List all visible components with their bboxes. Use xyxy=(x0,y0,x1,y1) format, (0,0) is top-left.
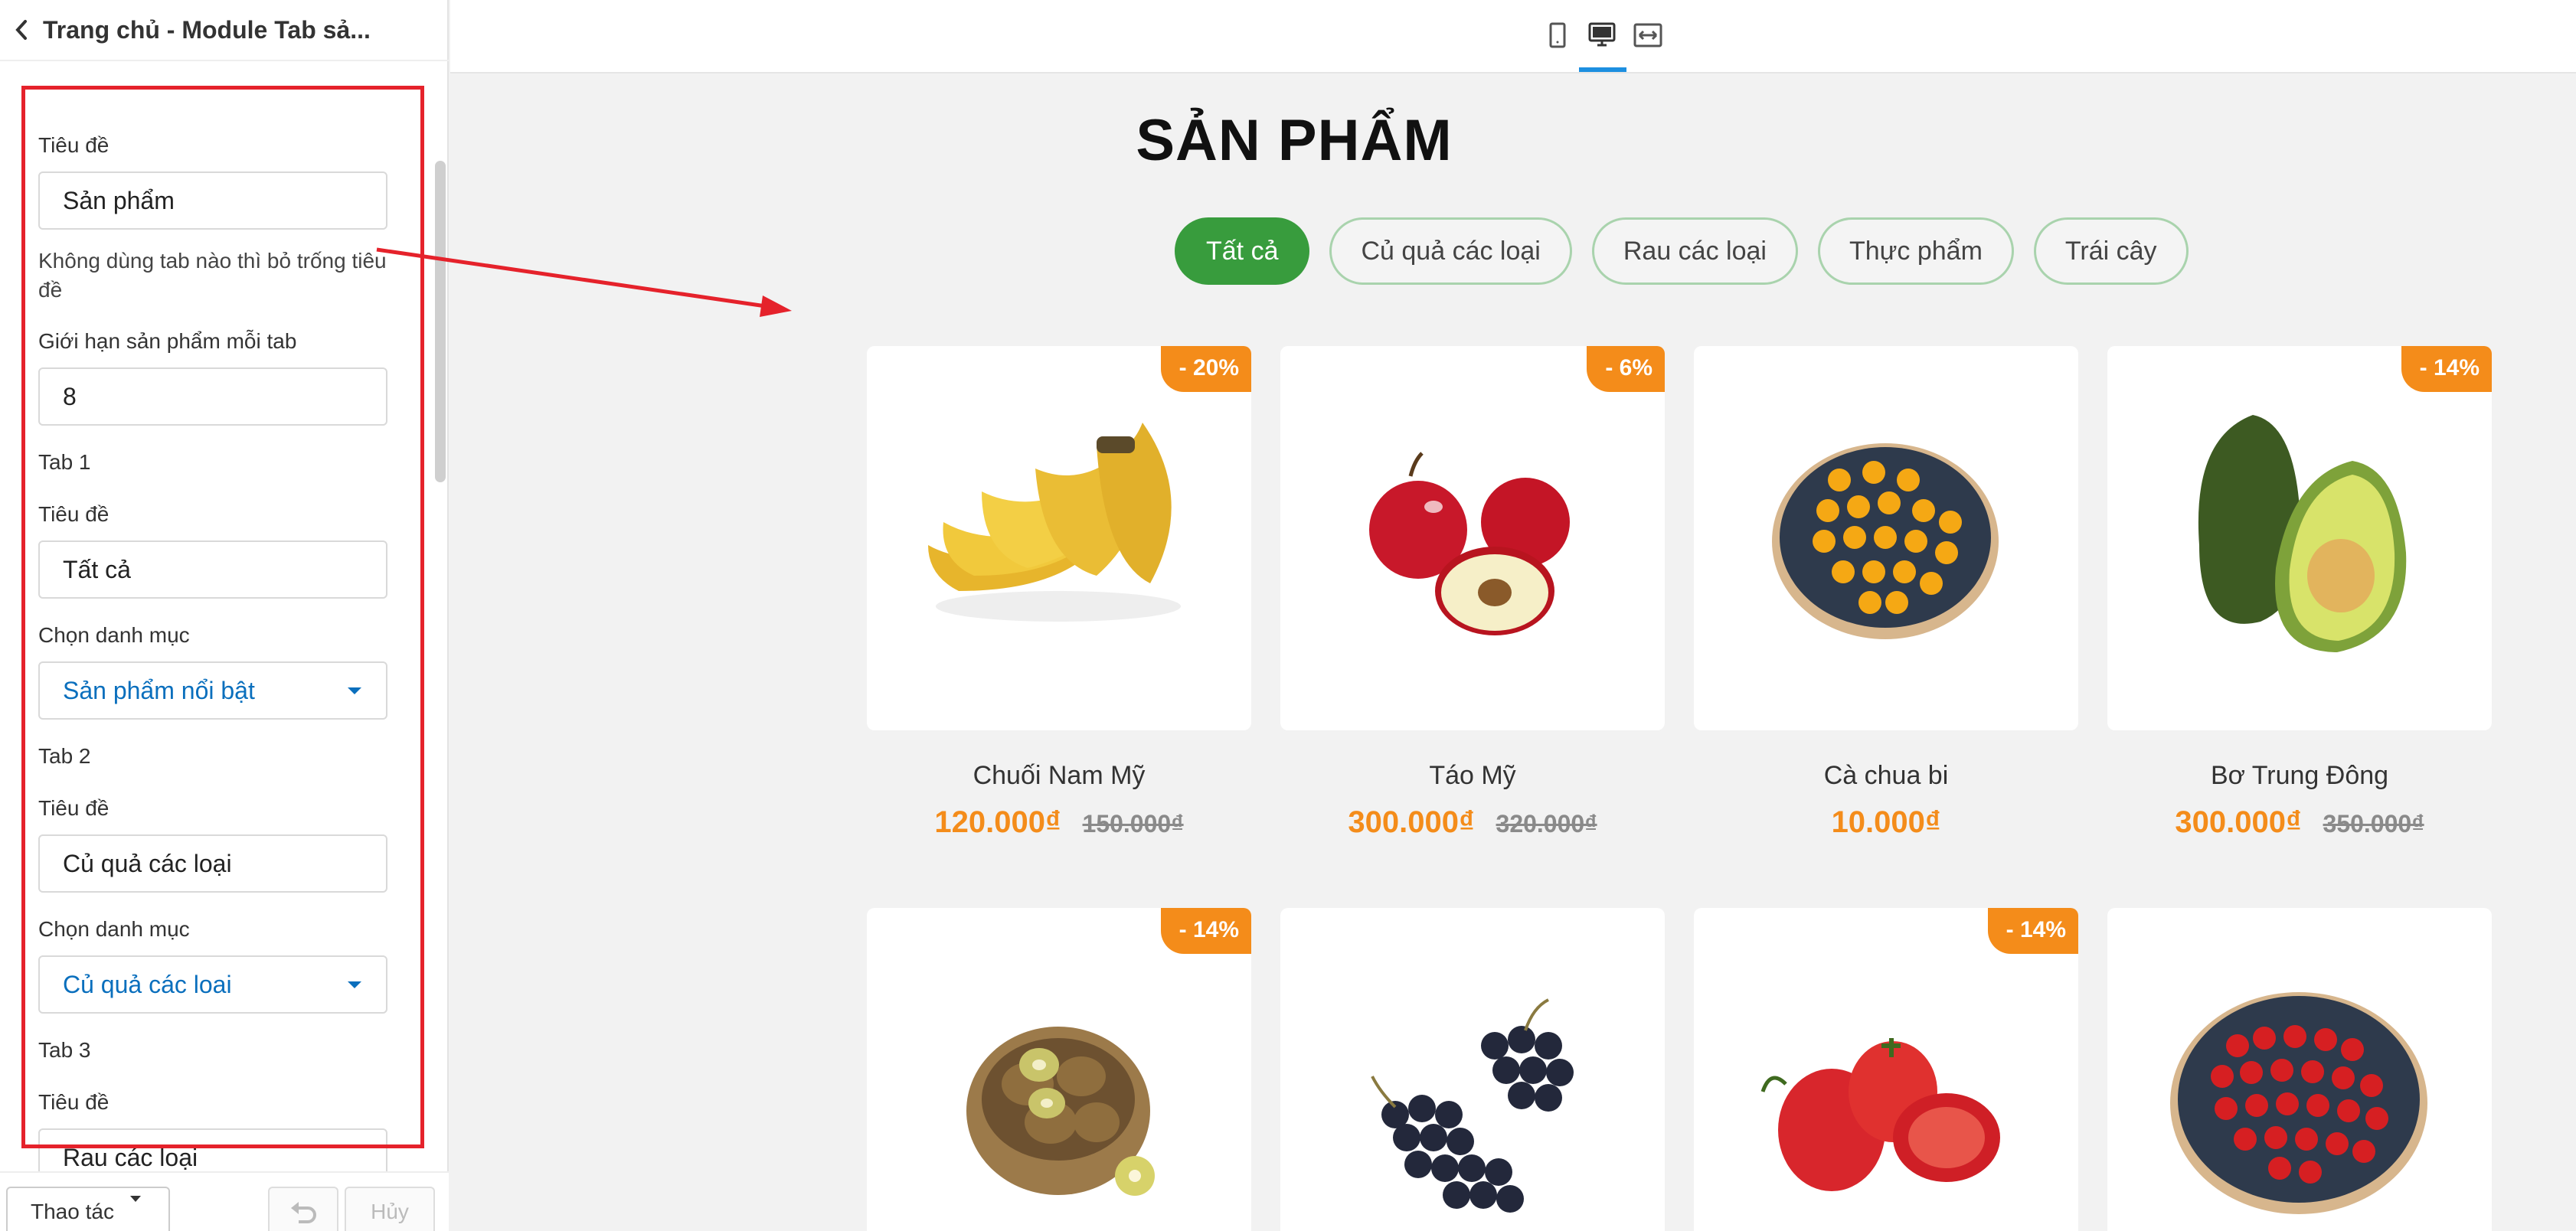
apple-image xyxy=(1369,452,1570,635)
product-limit-input[interactable]: 8 xyxy=(38,367,387,426)
product-old-price: 320.000₫ xyxy=(1496,810,1597,838)
tab2-category-select[interactable]: Củ quả các loai xyxy=(38,955,387,1014)
section-title-input[interactable]: Sản phẩm xyxy=(38,171,387,230)
undo-icon xyxy=(291,1202,316,1223)
product-name[interactable]: Cà chua bi xyxy=(1679,761,2093,791)
field-label: Tiêu đề xyxy=(38,1090,110,1114)
caret-down-icon xyxy=(348,981,361,988)
field-label: Tiêu đề xyxy=(38,133,110,157)
field-label: Chọn danh mục xyxy=(38,917,190,941)
undo-button[interactable] xyxy=(268,1187,338,1231)
tab-heading: Tab 2 xyxy=(38,744,91,768)
grapes-image xyxy=(1371,998,1574,1213)
back-button[interactable] xyxy=(0,0,43,60)
sidebar-scrollbar[interactable] xyxy=(435,161,446,482)
select-value: Sản phẩm nổi bật xyxy=(63,677,255,704)
desktop-icon[interactable] xyxy=(1584,17,1620,54)
tab-thuc-pham[interactable]: Thực phẩm xyxy=(1817,217,2014,285)
tab-heading: Tab 1 xyxy=(38,450,91,474)
field-label: Chọn danh mục xyxy=(38,623,190,647)
product-price-row: 300.000₫ 350.000₫ xyxy=(2093,805,2506,840)
tab-trai-cay[interactable]: Trái cây xyxy=(2033,217,2189,285)
tab-heading: Tab 3 xyxy=(38,1038,91,1062)
product-card[interactable]: - 14% xyxy=(1694,908,2078,1231)
product-old-price: 150.000₫ xyxy=(1082,810,1184,838)
discount-badge: - 14% xyxy=(1987,908,2078,954)
discount-badge: - 20% xyxy=(1160,346,1251,392)
red-tomatoes-image xyxy=(1760,1038,2000,1191)
actions-dropdown-button[interactable]: Thao tác xyxy=(6,1187,170,1231)
caret-down-icon xyxy=(130,1196,141,1202)
caret-down-icon xyxy=(348,687,361,694)
settings-form: Tiêu đề Sản phẩm Không dùng tab nào thì … xyxy=(38,130,387,1171)
section-title: SẢN PHẨM xyxy=(1136,108,1453,173)
product-price: 10.000₫ xyxy=(1831,805,1941,839)
select-value: Củ quả các loai xyxy=(63,971,232,998)
cherry-tomatoes-image xyxy=(2170,992,2427,1214)
product-price-row: 300.000₫ 320.000₫ xyxy=(1266,805,1679,840)
discount-badge: - 6% xyxy=(1587,346,1665,392)
product-name[interactable]: Chuối Nam Mỹ xyxy=(852,761,1266,791)
product-card[interactable]: - 20% xyxy=(867,346,1251,730)
product-price-row: 120.000₫ 150.000₫ xyxy=(852,805,1266,840)
help-note: Không dùng tab nào thì bỏ trống tiêu đề xyxy=(38,249,387,302)
tab2-title-input[interactable]: Củ quả các loại xyxy=(38,834,387,893)
yellow-tomatoes-image xyxy=(1772,443,1999,639)
product-card[interactable]: - 14% xyxy=(867,908,1251,1231)
fullwidth-icon[interactable] xyxy=(1630,17,1666,54)
actions-label: Thao tác xyxy=(31,1200,114,1223)
product-price: 300.000₫ xyxy=(1348,805,1475,839)
tab1-category-select[interactable]: Sản phẩm nổi bật xyxy=(38,661,387,720)
product-price-row: 10.000₫ xyxy=(1679,805,2093,840)
product-card[interactable]: - 14% xyxy=(2107,346,2492,730)
tab1-title-input[interactable]: Tất cả xyxy=(38,540,387,599)
product-old-price: 350.000₫ xyxy=(2323,810,2424,838)
tab-rau[interactable]: Rau các loại xyxy=(1591,217,1798,285)
cancel-button[interactable]: Hủy xyxy=(345,1187,435,1231)
sidebar-title: Trang chủ - Module Tab sả... xyxy=(43,15,371,44)
kiwi-image xyxy=(966,1027,1155,1196)
field-label: Tiêu đề xyxy=(38,796,110,820)
device-toolbar xyxy=(450,0,2576,73)
chevron-left-icon xyxy=(15,20,27,40)
sidebar-scroll-area: Tiêu đề Sản phẩm Không dùng tab nào thì … xyxy=(0,61,449,1171)
product-price: 120.000₫ xyxy=(934,805,1061,839)
settings-sidebar: Trang chủ - Module Tab sả... Tiêu đề Sản… xyxy=(0,0,449,1231)
sidebar-header: Trang chủ - Module Tab sả... xyxy=(0,0,449,61)
field-label: Giới hạn sản phẩm mỗi tab xyxy=(38,329,297,353)
product-name[interactable]: Bơ Trung Đông xyxy=(2093,761,2506,791)
avocado-image xyxy=(2198,415,2407,652)
tab3-title-input[interactable]: Rau các loại xyxy=(38,1128,387,1171)
product-card[interactable] xyxy=(2107,908,2492,1231)
sidebar-footer: Thao tác Hủy xyxy=(0,1171,449,1231)
product-name[interactable]: Táo Mỹ xyxy=(1266,761,1679,791)
product-card[interactable] xyxy=(1280,908,1665,1231)
product-tabs: Tất cả Củ quả các loại Rau các loại Thực… xyxy=(1175,217,2189,285)
product-card[interactable]: - 6% xyxy=(1280,346,1665,730)
banana-image xyxy=(928,423,1181,622)
field-label: Tiêu đề xyxy=(38,502,110,526)
active-device-indicator xyxy=(1579,67,1626,72)
mobile-icon[interactable] xyxy=(1539,17,1576,54)
discount-badge: - 14% xyxy=(1160,908,1251,954)
product-card[interactable] xyxy=(1694,346,2078,730)
discount-badge: - 14% xyxy=(2401,346,2492,392)
tab-tat-ca[interactable]: Tất cả xyxy=(1175,217,1310,285)
product-price: 300.000₫ xyxy=(2175,805,2302,839)
tab-cu-qua[interactable]: Củ quả các loại xyxy=(1329,217,1572,285)
